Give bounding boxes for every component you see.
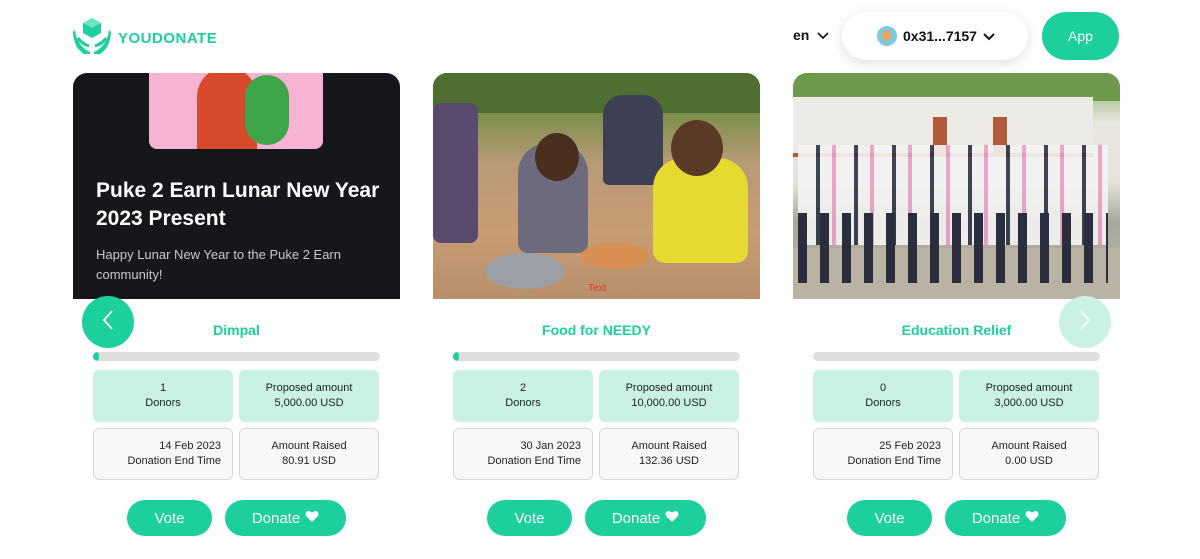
amount-raised-stat: Amount Raised 80.91 USD	[239, 428, 379, 480]
donors-stat: 2 Donors	[453, 370, 593, 422]
vote-label: Vote	[154, 509, 185, 527]
image-person	[433, 103, 478, 243]
raised-label: Amount Raised	[631, 440, 707, 452]
campaign-title: Food for NEEDY	[542, 322, 651, 338]
proposed-label: Proposed amount	[265, 382, 353, 394]
banner-title: Puke 2 Earn Lunar New Year 2023 Present	[96, 179, 380, 230]
donors-label: Donors	[865, 397, 901, 409]
carousel-next-button[interactable]	[1059, 296, 1111, 348]
image-child-head	[535, 133, 579, 181]
wallet-avatar	[877, 26, 897, 46]
chevron-down-icon	[817, 27, 829, 43]
wallet-button[interactable]: 0x31...7157	[842, 12, 1028, 60]
carousel-prev-button[interactable]	[82, 296, 134, 348]
proposed-amount-stat: Proposed amount 3,000.00 USD	[959, 370, 1099, 422]
end-date: 25 Feb 2023	[879, 440, 941, 452]
raised-label: Amount Raised	[271, 440, 347, 452]
donors-count: 1	[159, 382, 167, 394]
banner-subtitle: Happy Lunar New Year to the Puke 2 Earn …	[96, 247, 341, 282]
language-label: en	[793, 27, 810, 43]
donors-stat: 1 Donors	[93, 370, 233, 422]
proposed-label: Proposed amount	[985, 382, 1073, 394]
chevron-left-icon	[101, 309, 115, 336]
donors-count: 0	[879, 382, 887, 394]
image-food-plate	[581, 243, 649, 269]
image-child-head	[671, 120, 723, 176]
campaign-image[interactable]	[793, 73, 1120, 299]
amount-raised-stat: Amount Raised 0.00 USD	[959, 428, 1099, 480]
wallet-address: 0x31...7157	[903, 28, 977, 44]
vote-button[interactable]: Vote	[487, 500, 572, 536]
campaign-banner[interactable]: Puke 2 Earn Lunar New Year 2023 Present …	[73, 73, 400, 299]
proposed-amount-stat: Proposed amount 10,000.00 USD	[599, 370, 739, 422]
raised-amount: 80.91 USD	[282, 455, 336, 467]
heart-icon	[1025, 510, 1039, 527]
image-caption: Text	[588, 283, 607, 294]
end-time-stat: 25 Feb 2023 Donation End Time	[813, 428, 953, 480]
campaign-thumbnail	[149, 73, 323, 149]
image-bowl	[485, 253, 565, 289]
donors-count: 2	[519, 382, 527, 394]
heart-icon	[305, 510, 319, 527]
donors-label: Donors	[505, 397, 541, 409]
donate-label: Donate	[611, 509, 661, 527]
end-time-stat: 30 Jan 2023 Donation End Time	[453, 428, 593, 480]
chevron-down-icon	[983, 28, 995, 44]
heart-icon	[665, 510, 679, 527]
end-date: 30 Jan 2023	[520, 440, 581, 452]
donate-label: Donate	[251, 509, 301, 527]
raised-amount: 132.36 USD	[639, 455, 699, 467]
vote-button[interactable]: Vote	[847, 500, 932, 536]
proposed-amount: 5,000.00 USD	[274, 397, 344, 409]
image-foliage	[433, 73, 760, 113]
header: YOUDONATE en 0x31...7157 App	[0, 0, 1200, 72]
donate-button[interactable]: Donate	[945, 500, 1066, 536]
raised-amount: 0.00 USD	[1005, 455, 1053, 467]
image-students-legs	[798, 213, 1108, 283]
chevron-right-icon	[1078, 309, 1092, 336]
end-label: Donation End Time	[127, 455, 221, 467]
vote-button[interactable]: Vote	[127, 500, 212, 536]
campaign-card: Text Food for NEEDY 2 Donors Proposed am…	[433, 73, 760, 543]
progress-bar	[93, 352, 380, 361]
donors-label: Donors	[145, 397, 181, 409]
end-label: Donation End Time	[847, 455, 941, 467]
hands-cube-icon	[72, 16, 112, 61]
proposed-amount: 10,000.00 USD	[631, 397, 707, 409]
logo[interactable]: YOUDONATE	[72, 16, 217, 61]
proposed-label: Proposed amount	[625, 382, 713, 394]
progress-bar	[813, 352, 1100, 361]
proposed-amount-stat: Proposed amount 5,000.00 USD	[239, 370, 379, 422]
app-button[interactable]: App	[1042, 12, 1119, 60]
progress-fill	[93, 352, 99, 361]
end-label: Donation End Time	[487, 455, 581, 467]
proposed-amount: 3,000.00 USD	[994, 397, 1064, 409]
donate-label: Donate	[971, 509, 1021, 527]
end-time-stat: 14 Feb 2023 Donation End Time	[93, 428, 233, 480]
progress-bar	[453, 352, 740, 361]
raised-label: Amount Raised	[991, 440, 1067, 452]
image-person	[603, 95, 663, 185]
vote-label: Vote	[874, 509, 905, 527]
amount-raised-stat: Amount Raised 132.36 USD	[599, 428, 739, 480]
progress-fill	[453, 352, 459, 361]
campaign-image[interactable]: Text	[433, 73, 760, 299]
donate-button[interactable]: Donate	[225, 500, 346, 536]
donate-button[interactable]: Donate	[585, 500, 706, 536]
donors-stat: 0 Donors	[813, 370, 953, 422]
language-selector[interactable]: en	[793, 27, 829, 43]
end-date: 14 Feb 2023	[159, 440, 221, 452]
logo-text: YOUDONATE	[118, 30, 218, 47]
vote-label: Vote	[514, 509, 545, 527]
